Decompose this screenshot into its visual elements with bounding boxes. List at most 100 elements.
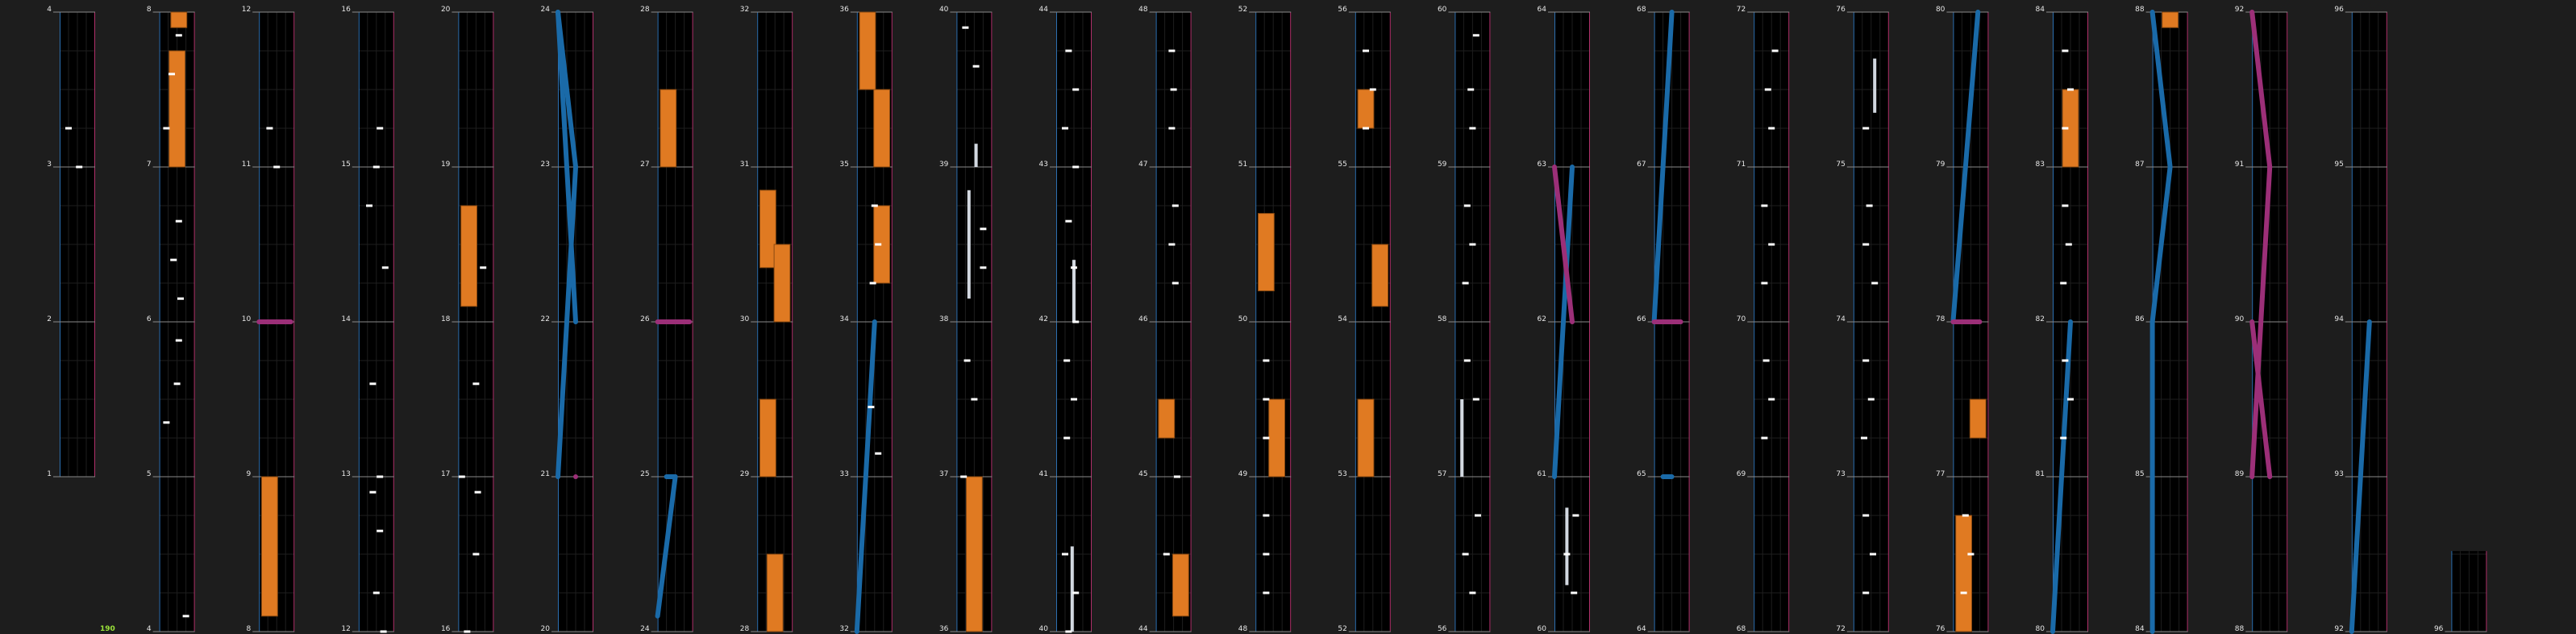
measure-number: 58: [1438, 315, 1447, 323]
measure-number: 63: [1538, 161, 1546, 169]
tap-note: [474, 490, 481, 494]
hold-note: [1172, 553, 1189, 617]
measure-number: 56: [1338, 6, 1347, 14]
tap-note: [1768, 127, 1775, 130]
tap-note: [1764, 88, 1771, 91]
measure-number: 65: [1637, 470, 1646, 478]
tap-note: [1475, 514, 1481, 517]
tap-note: [2060, 282, 2067, 285]
measure-number: 43: [1039, 161, 1048, 169]
measure-number: 53: [1338, 470, 1346, 478]
measure-number: 93: [2334, 470, 2343, 478]
measure-number: 96: [2334, 6, 2344, 14]
measure-number: 32: [839, 625, 848, 633]
lane-column: 72 73 74 75 76: [1836, 6, 1889, 633]
lane-column: 56 57 58 59 60: [1438, 6, 1491, 633]
measure-number: 15: [341, 161, 350, 169]
measure-number: 54: [1338, 315, 1347, 323]
tap-note: [1072, 88, 1080, 91]
measure-number: 52: [1238, 6, 1247, 14]
measure-number: 42: [1039, 315, 1048, 323]
measure-number: 69: [1737, 470, 1746, 478]
tap-note: [1263, 591, 1270, 594]
measure-number: 4: [47, 6, 52, 14]
tap-note: [163, 421, 170, 424]
tap-note: [962, 26, 969, 29]
measure-number: 78: [1936, 315, 1946, 323]
measure-number: 6: [147, 315, 152, 323]
measure-number: 85: [2135, 470, 2144, 478]
hold-note: [1955, 515, 1972, 632]
tap-note: [480, 266, 487, 269]
measure-number: 26: [640, 315, 650, 323]
tap-note: [1768, 243, 1775, 246]
tap-note: [1363, 127, 1369, 130]
measure-number: 12: [341, 625, 350, 633]
measure-number: 64: [1637, 625, 1646, 633]
tap-note: [1768, 398, 1775, 401]
long-note: [1460, 399, 1464, 477]
measure-number: 32: [740, 6, 749, 14]
measure-number: 2: [47, 315, 52, 323]
measure-number: 61: [1538, 470, 1546, 478]
hold-note: [261, 476, 278, 617]
tap-note: [1065, 219, 1072, 223]
long-note: [1873, 58, 1877, 113]
tap-note: [1263, 553, 1270, 556]
tap-note: [1472, 34, 1479, 37]
tap-note: [2067, 398, 2074, 401]
measure-number: 28: [640, 6, 650, 14]
measure-number: 3: [47, 161, 52, 169]
tap-note: [1463, 204, 1471, 207]
measure-number: 38: [939, 315, 949, 323]
measure-number: 31: [740, 161, 749, 169]
tap-note: [458, 475, 465, 478]
measure-number: 66: [1637, 315, 1646, 323]
measure-number: 14: [341, 315, 351, 323]
tap-note: [369, 490, 377, 494]
tap-note: [1762, 359, 1770, 362]
measure-number: 33: [839, 470, 848, 478]
tap-note: [1870, 553, 1876, 556]
measure-number: 21: [541, 470, 550, 478]
measure-number: 64: [1538, 6, 1547, 14]
long-note: [967, 190, 971, 299]
tap-note: [1867, 398, 1875, 401]
measure-number: 17: [441, 470, 450, 478]
measure-number: 7: [147, 161, 152, 169]
measure-number: 87: [2135, 161, 2144, 169]
tap-note: [980, 266, 987, 269]
tap-note: [1174, 475, 1180, 478]
lane-column: 36 37 38 39 40: [939, 6, 993, 633]
measure-number: 24: [541, 6, 551, 14]
hold-note: [859, 11, 876, 90]
measure-number: 40: [939, 6, 949, 14]
measure-number: 19: [441, 161, 451, 169]
measure-number: 41: [1039, 470, 1048, 478]
measure-number: 82: [2036, 315, 2045, 323]
tap-note: [377, 529, 384, 532]
measure-number: 48: [1238, 625, 1248, 633]
measure-number: 59: [1438, 161, 1447, 169]
measure-number: 84: [2135, 625, 2145, 633]
measure-number: 70: [1737, 315, 1746, 323]
hold-note: [460, 205, 478, 307]
measure-number: 28: [740, 625, 750, 633]
measure-number: 5: [147, 470, 152, 478]
measure-number: 34: [839, 315, 849, 323]
measure-number: 80: [1936, 6, 1946, 14]
tap-note: [173, 382, 181, 386]
tap-note: [1472, 398, 1479, 401]
tap-note: [972, 65, 980, 68]
tap-note: [372, 165, 380, 169]
tap-note: [1967, 553, 1975, 556]
hold-note: [170, 11, 188, 28]
tap-note: [1065, 49, 1072, 52]
tap-note: [980, 227, 987, 231]
measure-number: 57: [1438, 470, 1446, 478]
tap-note: [1263, 514, 1270, 517]
hold-note: [2162, 11, 2179, 28]
tap-note: [464, 630, 471, 633]
hold-note: [1969, 398, 1987, 439]
lane-column: 96: [2434, 551, 2487, 633]
